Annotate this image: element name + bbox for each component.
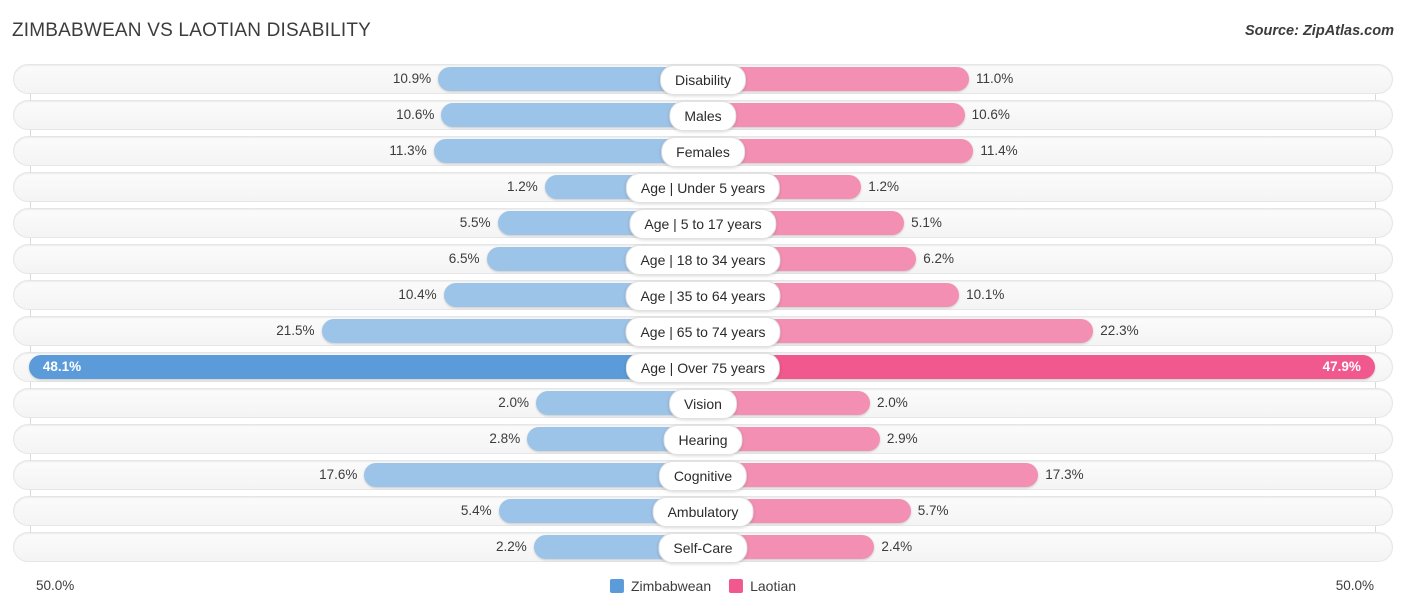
chart-row[interactable]: 6.5% 6.2% Age | 18 to 34 years (13, 244, 1393, 275)
chart-row[interactable]: 10.6% 10.6% Males (13, 100, 1393, 131)
bar-laotian (703, 103, 965, 127)
chart-row[interactable]: 5.5% 5.1% Age | 5 to 17 years (13, 208, 1393, 239)
row-category-label[interactable]: Vision (669, 389, 737, 419)
value-label-laotian: 2.9% (886, 431, 918, 446)
value-label-zimbabwean: 2.8% (489, 431, 521, 446)
chart-row[interactable]: 21.5% 22.3% Age | 65 to 74 years (13, 316, 1393, 347)
value-label-laotian: 17.3% (1045, 467, 1084, 482)
row-category-label[interactable]: Age | 18 to 34 years (625, 245, 781, 275)
value-label-laotian: 2.0% (877, 395, 908, 410)
row-category-label[interactable]: Hearing (663, 425, 743, 455)
chart-row[interactable]: 10.9% 11.0% Disability (13, 64, 1393, 95)
value-label-zimbabwean: 17.6% (319, 467, 358, 482)
row-category-label[interactable]: Males (669, 101, 737, 131)
value-label-zimbabwean: 11.3% (389, 143, 427, 158)
value-label-zimbabwean: 1.2% (507, 179, 538, 194)
value-label-zimbabwean: 5.4% (460, 503, 492, 518)
chart-row[interactable]: 48.1% 47.9% Age | Over 75 years (13, 352, 1393, 383)
row-category-label[interactable]: Self-Care (658, 533, 748, 563)
value-label-laotian: 6.2% (923, 251, 954, 266)
chart-row[interactable]: 2.2% 2.4% Self-Care (13, 532, 1393, 563)
axis-label-right: 50.0% (1335, 578, 1374, 593)
bar-laotian (703, 463, 1039, 487)
value-label-zimbabwean: 21.5% (276, 323, 315, 338)
bar-zimbabwean (28, 355, 703, 379)
chart-row[interactable]: 17.6% 17.3% Cognitive (13, 460, 1393, 491)
axis-label-left: 50.0% (36, 578, 75, 593)
row-category-label[interactable]: Age | Over 75 years (625, 353, 781, 383)
chart-row[interactable]: 5.4% 5.7% Ambulatory (13, 496, 1393, 527)
row-category-label[interactable]: Age | 5 to 17 years (629, 209, 777, 239)
value-label-laotian: 10.1% (966, 287, 1005, 302)
page-title: ZIMBABWEAN VS LAOTIAN DISABILITY (12, 20, 372, 41)
value-label-laotian: 11.4% (980, 143, 1018, 158)
bar-zimbabwean (441, 103, 703, 127)
row-category-label[interactable]: Age | 65 to 74 years (625, 317, 781, 347)
legend-swatch-icon (609, 579, 624, 593)
chart-row[interactable]: 11.3% 11.4% Females (13, 136, 1393, 167)
row-category-label[interactable]: Age | Under 5 years (625, 173, 781, 203)
chart-plot-area: 10.9% 11.0% Disability 10.6% 10.6% Males 11.3%… (0, 62, 1406, 572)
legend-swatch-icon (729, 579, 744, 593)
value-label-zimbabwean: 6.5% (448, 251, 480, 266)
value-label-zimbabwean: 10.9% (392, 71, 432, 86)
legend-label: Laotian (750, 578, 797, 594)
value-label-laotian: 11.0% (976, 71, 1014, 86)
row-category-label[interactable]: Age | 35 to 64 years (625, 281, 781, 311)
row-category-label[interactable]: Disability (659, 65, 747, 95)
row-category-label[interactable]: Cognitive (658, 461, 748, 491)
value-label-zimbabwean: 10.6% (396, 107, 435, 122)
value-label-laotian: 47.9% (1322, 359, 1361, 374)
value-label-zimbabwean: 5.5% (459, 215, 491, 230)
source-attribution: Source: ZipAtlas.com (1244, 23, 1394, 39)
bar-laotian (703, 355, 1375, 379)
row-category-label[interactable]: Ambulatory (652, 497, 754, 527)
value-label-laotian: 5.7% (917, 503, 949, 518)
row-category-label[interactable]: Females (661, 137, 745, 167)
chart-row[interactable]: 2.0% 2.0% Vision (13, 388, 1393, 419)
chart-row[interactable]: 1.2% 1.2% Age | Under 5 years (13, 172, 1393, 203)
disability-comparison-chart: ZIMBABWEAN VS LAOTIAN DISABILITY Source:… (0, 0, 1406, 612)
value-label-laotian: 1.2% (868, 179, 899, 194)
value-label-zimbabwean: 48.1% (42, 359, 82, 374)
bar-zimbabwean (364, 463, 703, 487)
value-label-zimbabwean: 10.4% (398, 287, 437, 302)
legend-item[interactable]: Zimbabwean (609, 578, 712, 594)
legend-label: Zimbabwean (630, 578, 712, 594)
value-label-laotian: 22.3% (1100, 323, 1139, 338)
legend-item[interactable]: Laotian (729, 578, 796, 594)
chart-row[interactable]: 2.8% 2.9% Hearing (13, 424, 1393, 455)
value-label-zimbabwean: 2.2% (496, 539, 527, 554)
value-label-laotian: 2.4% (881, 539, 913, 554)
value-label-zimbabwean: 2.0% (498, 395, 529, 410)
chart-row[interactable]: 10.4% 10.1% Age | 35 to 64 years (13, 280, 1393, 311)
value-label-laotian: 5.1% (911, 215, 942, 230)
chart-legend: Zimbabwean Laotian (609, 578, 796, 594)
value-label-laotian: 10.6% (971, 107, 1010, 122)
